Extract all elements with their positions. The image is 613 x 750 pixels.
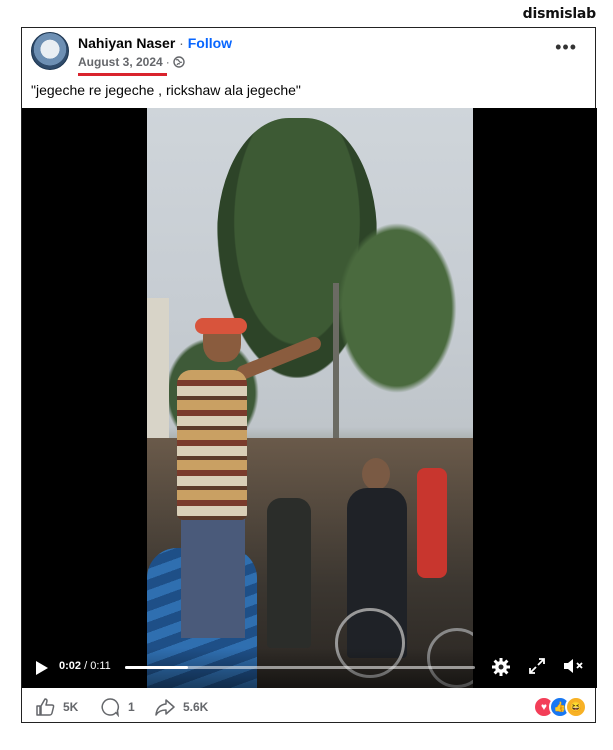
lungi <box>181 516 245 638</box>
share-icon <box>155 699 175 716</box>
brand-logo: dismislab <box>522 6 597 22</box>
meta-separator: · <box>165 55 170 69</box>
person <box>267 498 311 648</box>
video-player[interactable]: 0:02 / 0:11 <box>22 108 597 688</box>
follow-button[interactable]: Follow <box>188 35 232 51</box>
facebook-post: Nahiyan Naser · Follow August 3, 2024 · … <box>21 27 597 724</box>
post-caption: "jegeche re jegeche , rickshaw ala jegec… <box>31 82 301 98</box>
post-header: Nahiyan Naser · Follow <box>78 35 232 51</box>
duration: 0:11 <box>90 660 111 672</box>
mute-icon[interactable] <box>563 657 585 675</box>
video-frame <box>147 108 473 688</box>
video-time: 0:02 / 0:11 <box>59 660 111 672</box>
like-count: 5K <box>63 700 79 714</box>
author-name[interactable]: Nahiyan Naser <box>78 35 175 51</box>
current-time: 0:02 <box>59 660 82 672</box>
thumbs-up-icon <box>36 698 55 716</box>
engagement-bar: 5K 1 5.6K ♥ 👍 😆 <box>22 688 597 724</box>
date-highlight-underline <box>78 73 167 76</box>
avatar[interactable] <box>31 32 69 70</box>
share-count: 5.6K <box>183 700 209 714</box>
haha-icon: 😆 <box>565 696 587 718</box>
share-button[interactable]: 5.6K <box>155 697 208 717</box>
tree <box>327 208 467 408</box>
reaction-summary[interactable]: ♥ 👍 😆 <box>533 696 587 718</box>
main-person <box>167 318 324 638</box>
video-controls: 0:02 / 0:11 <box>22 648 597 688</box>
settings-icon[interactable] <box>491 657 511 677</box>
post-date[interactable]: August 3, 2024 <box>78 55 163 69</box>
comment-count: 1 <box>128 700 135 714</box>
progress-fill <box>125 666 188 669</box>
more-options-icon[interactable]: ••• <box>555 37 577 58</box>
comment-button[interactable]: 1 <box>100 697 135 717</box>
separator: · <box>179 35 184 51</box>
comment-icon <box>101 698 120 717</box>
post-meta: August 3, 2024 · <box>78 55 185 69</box>
play-icon[interactable] <box>35 660 49 676</box>
fullscreen-icon[interactable] <box>528 657 546 675</box>
like-button[interactable]: 5K <box>35 697 78 717</box>
globe-icon <box>173 56 185 68</box>
striped-shirt <box>177 370 247 520</box>
person <box>417 468 447 578</box>
headband <box>195 318 247 334</box>
person-head <box>362 458 390 490</box>
progress-bar[interactable] <box>125 666 475 669</box>
time-separator: / <box>81 660 91 672</box>
